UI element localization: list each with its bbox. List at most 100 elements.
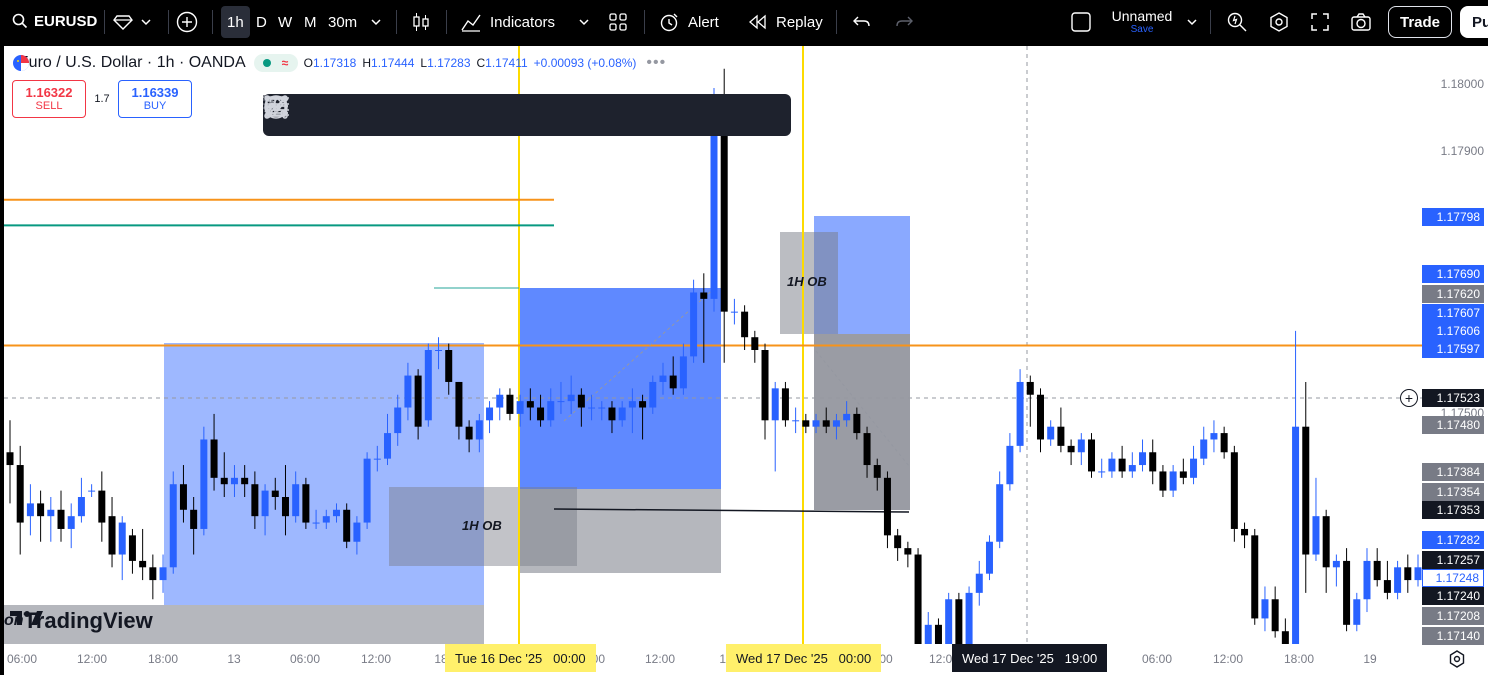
trade-button[interactable]: Trade: [1388, 6, 1452, 38]
candle: [1169, 465, 1177, 497]
time-axis[interactable]: 06:00 12:00 18:00 13 06:00 12:00 18 06:0…: [4, 644, 1422, 675]
candle-body: [1404, 567, 1412, 581]
timeframe-d[interactable]: D: [256, 0, 267, 44]
indicators-dropdown[interactable]: [578, 0, 590, 44]
candle-body: [414, 375, 422, 427]
rectangle-tool[interactable]: [264, 94, 679, 136]
quick-search-button[interactable]: [1226, 0, 1248, 44]
sell-label: SELL: [35, 100, 63, 112]
candle-body: [1332, 560, 1340, 568]
candle-body: [16, 465, 24, 523]
zone-rect[interactable]: [519, 489, 721, 573]
candle-body: [557, 401, 565, 403]
candle-body: [802, 420, 810, 427]
candle: [945, 592, 953, 644]
candle: [67, 503, 75, 549]
add-symbol-button[interactable]: [176, 0, 198, 44]
alert-label: Alert: [688, 13, 719, 31]
text-tool[interactable]: [267, 94, 439, 136]
candle: [506, 388, 514, 421]
timeframe-m[interactable]: M: [304, 0, 317, 44]
layout-dropdown[interactable]: [1186, 0, 1198, 44]
symbol-title[interactable]: Euro / U.S. Dollar · 1h · OANDA: [18, 54, 246, 72]
time-tick: 12:00: [360, 652, 392, 666]
more-options-icon[interactable]: •••: [646, 54, 666, 72]
price-axis-label: 1.17480: [1422, 416, 1484, 434]
candle-body: [1139, 452, 1147, 466]
candle: [424, 343, 432, 427]
settings-button[interactable]: [1268, 0, 1290, 44]
undo-button[interactable]: [852, 0, 872, 44]
timeframe-dropdown[interactable]: [370, 0, 382, 44]
date-marker-label[interactable]: Tue 16 Dec '25 00:00: [445, 644, 596, 672]
chart-pane[interactable]: Euro / U.S. Dollar · 1h · OANDA ≈ O1.173…: [4, 46, 1488, 675]
symbol-search[interactable]: EURUSD: [4, 7, 102, 35]
candle-body: [1322, 516, 1330, 568]
candle-body: [904, 548, 912, 555]
layout-checkbox[interactable]: [1070, 0, 1092, 44]
square-icon: [1071, 12, 1091, 32]
grid-icon: [609, 13, 627, 31]
indicators-button[interactable]: Indicators: [460, 0, 555, 44]
candle-body: [547, 401, 555, 421]
candle-body: [894, 535, 902, 549]
candle-body: [1077, 439, 1085, 453]
order-block-label[interactable]: 1H OB: [787, 274, 827, 289]
redo-button[interactable]: [894, 0, 914, 44]
line-tool[interactable]: [266, 94, 639, 136]
add-alert-crosshair-icon[interactable]: +: [1400, 389, 1418, 407]
timeframe-30m[interactable]: 30m: [328, 0, 357, 44]
candle-body: [506, 394, 514, 414]
candle-body: [1414, 567, 1422, 581]
candle: [1026, 375, 1034, 427]
date-marker-label[interactable]: Wed 17 Dec '25 00:00: [726, 644, 882, 672]
chart-type-button[interactable]: [410, 0, 432, 44]
buy-button[interactable]: 1.16339 BUY: [118, 80, 192, 118]
candle: [57, 490, 65, 542]
market-status-pill[interactable]: ≈: [253, 54, 298, 72]
comment-tool[interactable]: [265, 94, 759, 136]
candle-body: [577, 394, 585, 408]
timeframe-w[interactable]: W: [278, 0, 292, 44]
candle-body: [567, 394, 575, 402]
circle-target-tool[interactable]: [264, 94, 359, 136]
candle: [1343, 548, 1351, 632]
alert-button[interactable]: Alert: [658, 0, 719, 44]
trend-line-tool[interactable]: [264, 94, 479, 136]
candle-body: [690, 292, 698, 357]
candle: [883, 471, 891, 549]
layouts-button[interactable]: [608, 0, 628, 44]
candle-body: [1179, 471, 1187, 478]
path-tool[interactable]: [264, 94, 519, 136]
candle-body: [1251, 535, 1259, 619]
candle: [1016, 369, 1024, 453]
layout-name-button[interactable]: Unnamed Save: [1108, 0, 1176, 44]
snapshot-button[interactable]: [1350, 0, 1372, 44]
candle: [1220, 426, 1228, 459]
layout-save-label: Save: [1130, 24, 1154, 35]
replay-button[interactable]: Replay: [748, 0, 823, 44]
time-tick: 06:00: [289, 652, 321, 666]
candle-body: [322, 516, 330, 523]
fullscreen-button[interactable]: [1310, 0, 1330, 44]
tradingview-logo-icon: [10, 611, 43, 625]
brush-tool[interactable]: [265, 94, 559, 136]
price-axis[interactable]: 1.18000 1.17900 1.17500 1.17798 1.17690 1.…: [1422, 46, 1488, 675]
candle-body: [985, 541, 993, 574]
candle-body: [1220, 433, 1228, 453]
order-block-label[interactable]: 1H OB: [462, 518, 502, 533]
candle-body: [1200, 439, 1208, 459]
candle: [741, 305, 749, 350]
replay-label: Replay: [776, 13, 823, 31]
highlighter-tool[interactable]: [267, 94, 599, 136]
candle-body: [312, 522, 320, 524]
timeframe-1h[interactable]: 1h: [221, 6, 250, 38]
divider: [446, 10, 447, 34]
fib-lines-tool[interactable]: [266, 94, 399, 136]
pitchfork-tool[interactable]: [265, 94, 719, 136]
symbol-type-dropdown[interactable]: [112, 0, 152, 44]
sell-button[interactable]: 1.16322 SELL: [12, 80, 86, 118]
price-axis-label: 1.17606: [1422, 322, 1484, 340]
publish-button[interactable]: Pu: [1460, 6, 1488, 38]
ohlc-high: 1.17444: [371, 56, 415, 70]
